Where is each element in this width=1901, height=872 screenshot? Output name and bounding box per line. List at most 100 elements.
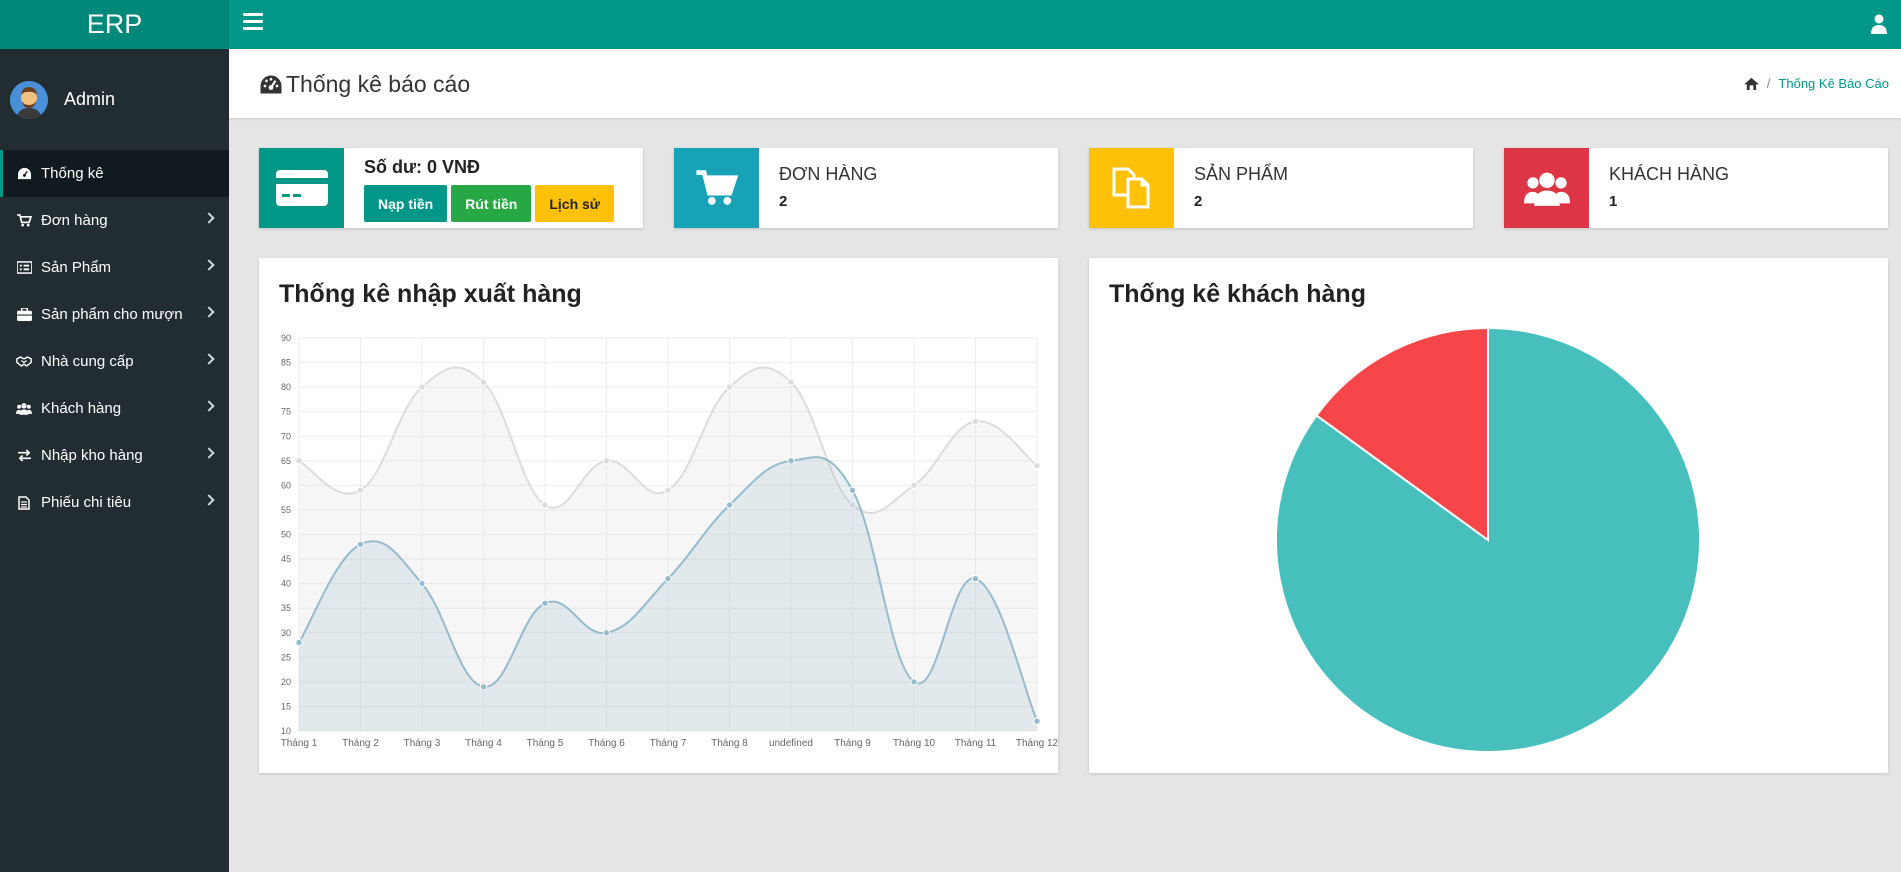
data-point[interactable] xyxy=(541,599,549,607)
chevron-right-icon xyxy=(203,494,215,506)
x-tick-label: Tháng 11 xyxy=(955,738,997,749)
balance-card: Số dư: 0 VNĐ Nạp tiền Rút tiền Lịch sử xyxy=(259,148,643,228)
data-point[interactable] xyxy=(848,486,857,494)
y-tick-label: 80 xyxy=(281,382,291,392)
y-tick-label: 40 xyxy=(281,579,291,589)
data-point[interactable] xyxy=(910,481,918,490)
data-point[interactable] xyxy=(971,417,980,426)
data-point[interactable] xyxy=(541,501,549,509)
brand-logo[interactable]: ERP xyxy=(0,0,229,49)
x-tick-label: Tháng 6 xyxy=(588,738,625,749)
y-tick-label: 50 xyxy=(281,530,291,540)
data-point[interactable] xyxy=(295,638,303,647)
users-icon xyxy=(1523,172,1570,206)
history-button[interactable]: Lịch sử xyxy=(535,185,614,222)
home-icon[interactable] xyxy=(1743,77,1759,90)
data-point[interactable] xyxy=(602,457,611,465)
user-profile: Admin xyxy=(0,49,229,150)
customers-card[interactable]: KHÁCH HÀNG 1 xyxy=(1504,148,1888,228)
sidebar-item-products[interactable]: Sản Phẩm xyxy=(0,244,229,291)
data-point[interactable] xyxy=(602,629,611,637)
data-point[interactable] xyxy=(295,457,303,465)
sidebar-item-customers[interactable]: Khách hàng xyxy=(0,385,229,432)
orders-count: 2 xyxy=(779,193,788,210)
data-point[interactable] xyxy=(971,575,980,583)
data-point[interactable] xyxy=(479,378,488,386)
list-icon xyxy=(16,260,32,276)
data-point[interactable] xyxy=(479,683,488,691)
sidebar-item-label: Sản phẩm cho mượn xyxy=(41,306,183,323)
y-tick-label: 20 xyxy=(281,677,291,687)
sidebar-item-orders[interactable]: Đơn hàng xyxy=(0,197,229,244)
menu-toggle-icon[interactable] xyxy=(243,13,263,33)
x-tick-label: Tháng 8 xyxy=(711,738,748,749)
products-card[interactable]: SẢN PHẨM 2 xyxy=(1089,148,1473,228)
briefcase-icon xyxy=(16,307,32,323)
y-tick-label: 45 xyxy=(281,554,291,564)
line-chart-panel: Thống kê nhập xuất hàng 10 15 20 25 30 35 40 45… xyxy=(259,258,1058,773)
exchange-icon xyxy=(16,448,32,464)
y-tick-label: 35 xyxy=(281,603,291,613)
withdraw-button[interactable]: Rút tiền xyxy=(451,185,532,222)
data-point[interactable] xyxy=(725,383,734,391)
data-point[interactable] xyxy=(725,501,734,509)
sidebar-menu: Thống kê Đơn hàng Sản Phẩm Sản phẩm cho … xyxy=(0,150,229,526)
data-point[interactable] xyxy=(664,575,672,583)
data-point[interactable] xyxy=(1033,717,1041,725)
card-icon-box xyxy=(674,148,759,228)
x-tick-label: Tháng 7 xyxy=(650,738,687,749)
sidebar-item-label: Thống kê xyxy=(41,165,104,182)
chevron-right-icon xyxy=(203,306,215,318)
line-chart: 10 15 20 25 30 35 40 45 50 55 60 65 70 75 80 85 90 Tháng … xyxy=(281,333,1058,749)
y-tick-label: 85 xyxy=(281,358,291,368)
sidebar-item-label: Đơn hàng xyxy=(41,212,108,229)
breadcrumb-current[interactable]: Thống Kê Báo Cáo xyxy=(1778,76,1889,91)
x-tick-label: Tháng 9 xyxy=(834,738,871,749)
data-point[interactable] xyxy=(418,579,426,588)
data-point[interactable] xyxy=(787,457,795,465)
data-point[interactable] xyxy=(787,378,795,386)
top-navbar xyxy=(229,0,1901,49)
x-tick-label: Tháng 5 xyxy=(527,738,564,749)
user-icon[interactable] xyxy=(1871,14,1887,34)
y-tick-label: 25 xyxy=(281,652,291,662)
data-point[interactable] xyxy=(1033,462,1041,470)
sidebar-item-suppliers[interactable]: Nhà cung cấp xyxy=(0,338,229,385)
chevron-right-icon xyxy=(203,447,215,459)
dashboard-icon xyxy=(16,166,32,182)
card-icon-box xyxy=(259,148,344,228)
sidebar-item-expenses[interactable]: Phiếu chi tiêu xyxy=(0,479,229,526)
x-tick-label: undefined xyxy=(769,738,813,749)
sidebar-item-label: Sản Phẩm xyxy=(41,259,112,276)
sidebar-item-stock-import[interactable]: Nhập kho hàng xyxy=(0,432,229,479)
users-icon xyxy=(16,401,32,417)
y-tick-label: 15 xyxy=(281,701,291,711)
breadcrumb-separator: / xyxy=(1766,76,1771,91)
products-label: SẢN PHẨM xyxy=(1194,164,1289,184)
products-count: 2 xyxy=(1194,193,1203,210)
chevron-right-icon xyxy=(203,400,215,412)
x-tick-label: Tháng 4 xyxy=(465,738,502,749)
page-title-text: Thống kê báo cáo xyxy=(286,71,471,97)
card-icon-box xyxy=(1504,148,1589,228)
y-tick-label: 90 xyxy=(281,333,291,343)
y-tick-label: 70 xyxy=(281,431,291,441)
cart-icon xyxy=(16,213,32,229)
x-tick-label: Tháng 12 xyxy=(1016,738,1058,749)
pie-chart xyxy=(1275,326,1701,753)
sidebar-item-dashboard[interactable]: Thống kê xyxy=(0,150,229,197)
sidebar-item-label: Phiếu chi tiêu xyxy=(41,494,132,511)
data-point[interactable] xyxy=(664,486,672,494)
dashboard-icon xyxy=(260,75,282,94)
data-point[interactable] xyxy=(356,540,365,549)
card-icon-box xyxy=(1089,148,1174,228)
data-point[interactable] xyxy=(910,678,918,686)
orders-card[interactable]: ĐƠN HÀNG 2 xyxy=(674,148,1058,228)
sidebar-item-borrowed-products[interactable]: Sản phẩm cho mượn xyxy=(0,291,229,338)
deposit-button[interactable]: Nạp tiền xyxy=(364,185,448,222)
pie-chart-panel: Thống kê khách hàng xyxy=(1089,258,1888,773)
data-point[interactable] xyxy=(356,486,365,494)
sidebar-item-label: Nhà cung cấp xyxy=(41,353,134,370)
y-tick-label: 55 xyxy=(281,505,291,515)
data-point[interactable] xyxy=(418,383,426,391)
